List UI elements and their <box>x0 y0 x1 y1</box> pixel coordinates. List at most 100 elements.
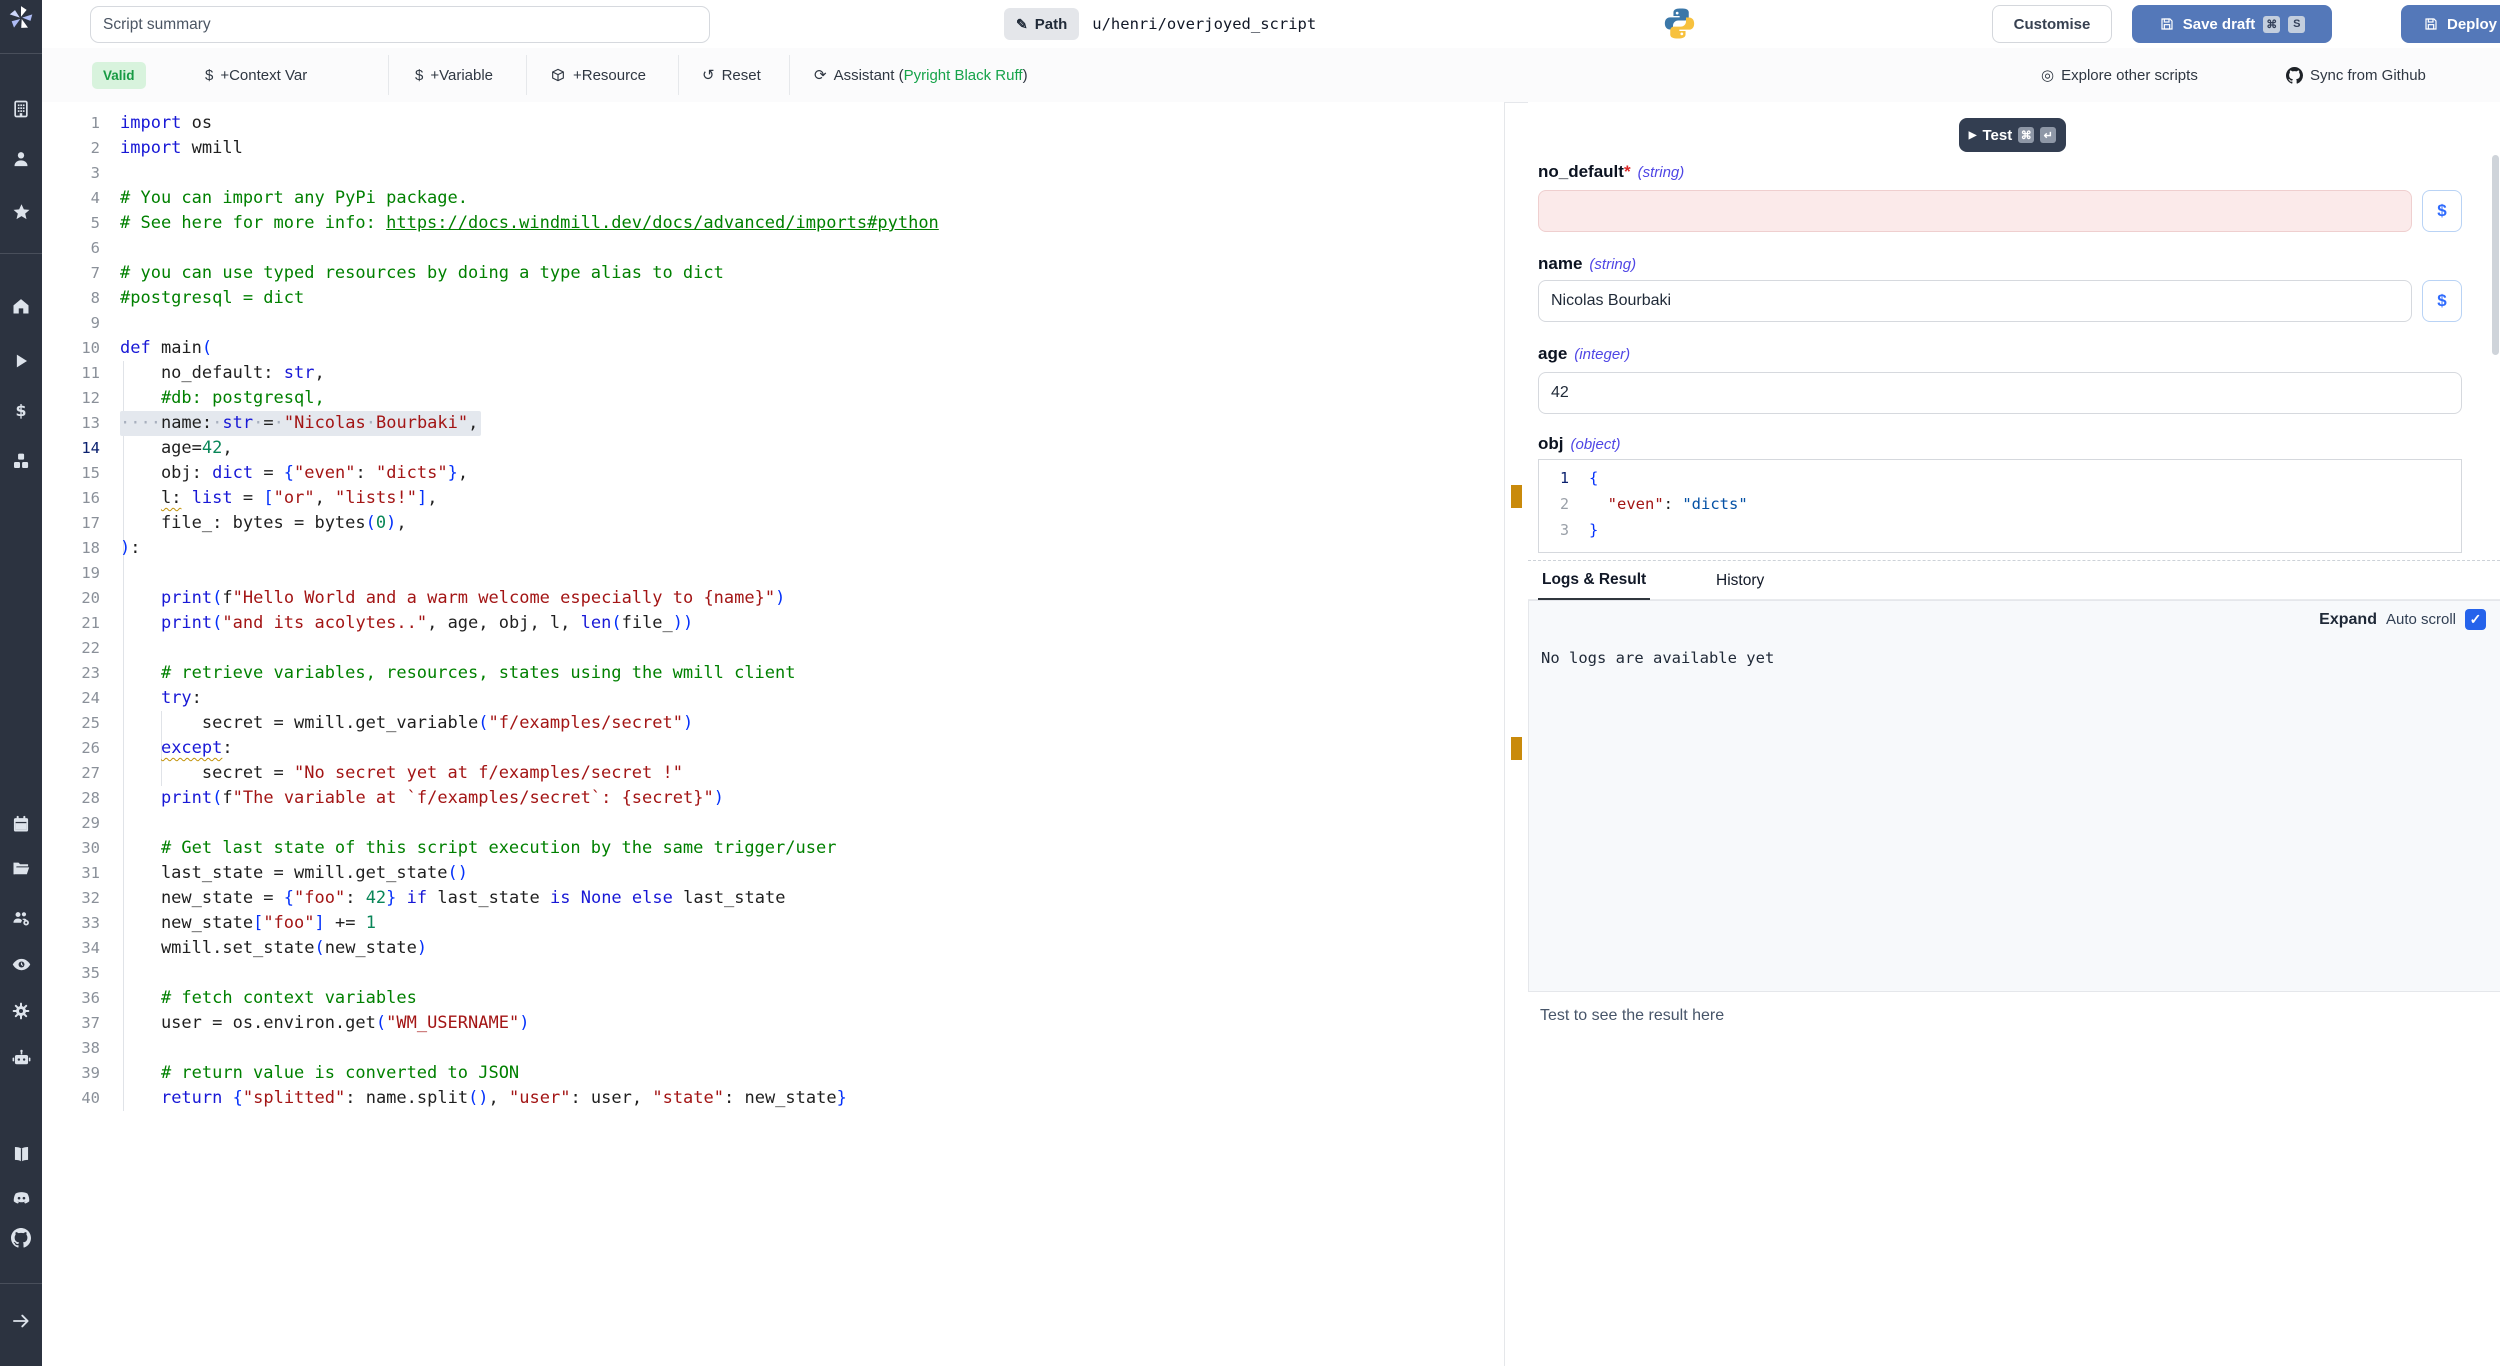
line-number-gutter: 1234567891011121314151617181920212223242… <box>42 111 100 1111</box>
settings-gear-icon[interactable] <box>0 999 42 1023</box>
code-line <box>120 236 939 261</box>
code-line: new_state = {"foo": 42} if last_state is… <box>120 886 939 911</box>
code-line: last_state = wmill.get_state() <box>120 861 939 886</box>
code-line: new_state["foo"] += 1 <box>120 911 939 936</box>
explore-compass-icon: ◎ <box>2041 66 2054 84</box>
line-number: 18 <box>42 536 100 561</box>
windmill-logo-icon[interactable] <box>0 6 42 30</box>
age-input[interactable] <box>1538 372 2462 414</box>
deploy-button[interactable]: Deploy <box>2401 5 2500 43</box>
discord-icon[interactable] <box>0 1186 42 1210</box>
history-tab-label: History <box>1716 572 1764 590</box>
line-number: 1 <box>42 111 100 136</box>
valid-status-badge: Valid <box>92 62 146 89</box>
dollar-icon: $ <box>205 67 213 84</box>
reset-label: Reset <box>722 67 761 84</box>
path-field[interactable]: ✎ Path u/henri/overjoyed_script <box>1004 8 1316 40</box>
editor-toolbar: Valid $ +Context Var $ +Variable +Resour… <box>42 48 2500 103</box>
cmd-key-badge: ⌘ <box>2263 16 2280 33</box>
audit-logs-eye-icon[interactable] <box>0 952 42 976</box>
assistant-button[interactable]: ⟳ Assistant (Pyright Black Ruff) <box>814 48 1028 102</box>
python-language-icon <box>1662 6 1697 46</box>
home-icon[interactable] <box>0 294 42 318</box>
script-summary-input[interactable] <box>90 6 710 43</box>
play-icon: ▶ <box>1969 130 1977 141</box>
toolbar-separator <box>526 55 527 95</box>
line-number: 24 <box>42 686 100 711</box>
code-line: age=42, <box>120 436 939 461</box>
check-icon: ✓ <box>2470 611 2482 628</box>
line-number: 3 <box>1539 517 1569 543</box>
insert-variable-button[interactable]: $ <box>2422 280 2462 322</box>
workspace-building-icon[interactable] <box>0 97 42 121</box>
line-number: 32 <box>42 886 100 911</box>
json-line-numbers: 123 <box>1539 465 1569 543</box>
insert-variable-button[interactable]: $ <box>2422 190 2462 232</box>
name-input[interactable] <box>1538 280 2412 322</box>
splitter-handle[interactable] <box>1496 433 1524 438</box>
line-number: 5 <box>42 211 100 236</box>
github-icon[interactable] <box>0 1226 42 1250</box>
line-number: 14 <box>42 436 100 461</box>
assistant-label: Assistant (Pyright Black Ruff) <box>834 67 1028 84</box>
logs-panel: Expand Auto scroll ✓ No logs are availab… <box>1528 600 2500 992</box>
folders-icon[interactable] <box>0 856 42 880</box>
code-line: except: <box>120 736 939 761</box>
code-editor[interactable]: 1234567891011121314151617181920212223242… <box>42 102 1504 1366</box>
package-box-icon <box>550 67 566 83</box>
code-line: secret = wmill.get_variable("f/examples/… <box>120 711 939 736</box>
toolbar-separator <box>789 55 790 95</box>
user-icon[interactable] <box>0 147 42 171</box>
path-value[interactable]: u/henri/overjoyed_script <box>1092 15 1316 33</box>
test-button[interactable]: ▶ Test ⌘ ↵ <box>1959 118 2066 152</box>
sync-from-github-button[interactable]: Sync from Github <box>2286 48 2426 102</box>
panel-scrollbar[interactable] <box>2492 155 2499 355</box>
field-label-obj: obj (object) <box>1538 434 1621 454</box>
tab-logs-result[interactable]: Logs & Result <box>1538 561 1650 601</box>
add-resource-button[interactable]: +Resource <box>550 48 646 102</box>
obj-json-editor[interactable]: 123 { "even": "dicts"} <box>1538 459 2462 553</box>
code-line: { <box>1589 465 1748 491</box>
add-context-var-button[interactable]: $ +Context Var <box>205 48 307 102</box>
docs-book-icon[interactable] <box>0 1142 42 1166</box>
line-number: 23 <box>42 661 100 686</box>
code-line: "even": "dicts" <box>1589 491 1748 517</box>
groups-users-icon[interactable] <box>0 906 42 930</box>
code-line: print(f"Hello World and a warm welcome e… <box>120 586 939 611</box>
customise-button[interactable]: Customise <box>1992 5 2112 43</box>
line-number: 29 <box>42 811 100 836</box>
line-number: 11 <box>42 361 100 386</box>
expand-sidebar-arrow-icon[interactable] <box>0 1309 42 1333</box>
line-number: 7 <box>42 261 100 286</box>
code-content[interactable]: import osimport wmill# You can import an… <box>120 111 939 1111</box>
runs-play-icon[interactable] <box>0 349 42 373</box>
line-number: 6 <box>42 236 100 261</box>
dollar-icon: $ <box>415 67 423 84</box>
expand-button[interactable]: Expand <box>2319 611 2377 629</box>
auto-scroll-checkbox[interactable]: ✓ <box>2465 609 2486 630</box>
line-number: 31 <box>42 861 100 886</box>
ai-robot-icon[interactable] <box>0 1046 42 1070</box>
code-line: } <box>1589 517 1748 543</box>
tab-history[interactable]: History <box>1712 561 1768 601</box>
code-line: ): <box>120 536 939 561</box>
save-draft-label: Save draft <box>2183 16 2256 33</box>
save-draft-button[interactable]: Save draft ⌘ S <box>2132 5 2332 43</box>
line-number: 38 <box>42 1036 100 1061</box>
pencil-icon: ✎ <box>1016 16 1028 33</box>
line-number: 17 <box>42 511 100 536</box>
reset-button[interactable]: ↺ Reset <box>702 48 761 102</box>
explore-other-scripts-button[interactable]: ◎ Explore other scripts <box>2041 48 2198 102</box>
code-line: # See here for more info: https://docs.w… <box>120 211 939 236</box>
json-content[interactable]: { "even": "dicts"} <box>1589 465 1748 543</box>
test-label: Test <box>1982 127 2012 144</box>
no-default-input[interactable] <box>1538 190 2412 232</box>
variables-dollar-icon[interactable]: $ <box>0 399 42 423</box>
resources-cubes-icon[interactable] <box>0 449 42 473</box>
add-variable-button[interactable]: $ +Variable <box>415 48 493 102</box>
code-line: # Get last state of this script executio… <box>120 836 939 861</box>
code-line: wmill.set_state(new_state) <box>120 936 939 961</box>
path-pill[interactable]: ✎ Path <box>1004 8 1079 40</box>
schedules-calendar-icon[interactable] <box>0 812 42 836</box>
favorites-star-icon[interactable] <box>0 200 42 224</box>
